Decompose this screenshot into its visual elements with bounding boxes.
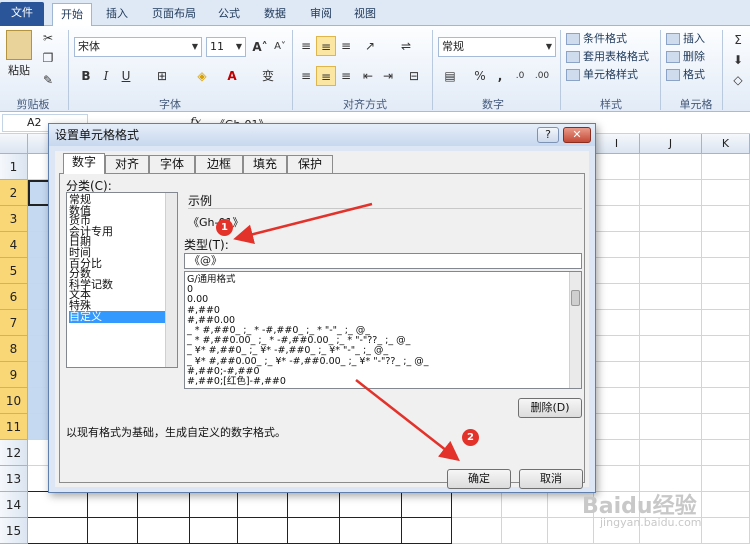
watermark-url: jingyan.baidu.com (600, 516, 702, 529)
arrow-to-type-input (233, 202, 373, 245)
arrow-to-ok-button (355, 379, 460, 462)
tab-number[interactable]: 数字 (63, 153, 105, 174)
step-badge-1: 1 (216, 219, 233, 236)
annotation-layer (233, 202, 460, 462)
step-badge-2: 2 (462, 429, 479, 446)
